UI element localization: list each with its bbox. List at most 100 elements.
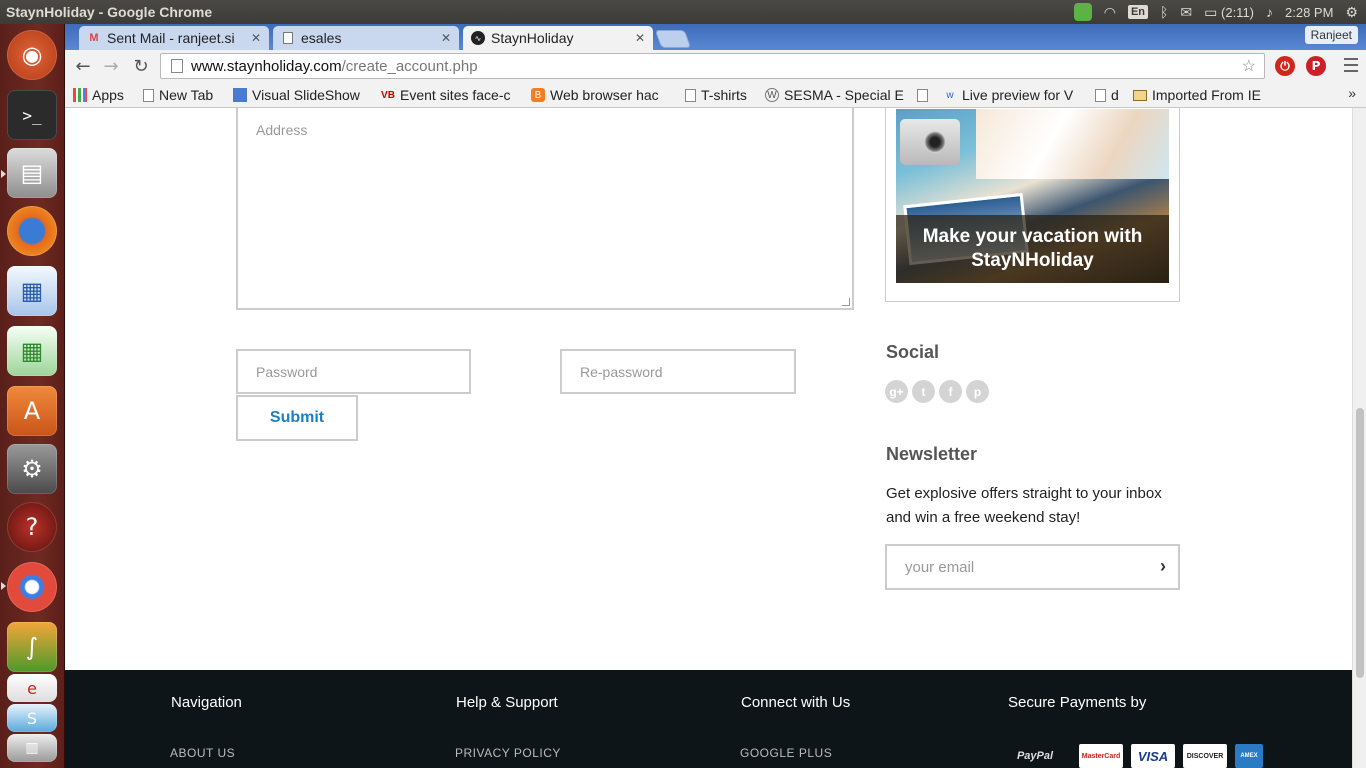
window-title: StaynHoliday - Google Chrome xyxy=(6,4,213,20)
bookmark-live-preview[interactable]: ᴡ Live preview for V xyxy=(943,85,1083,105)
bookmark-apps[interactable]: Apps xyxy=(73,85,124,105)
password-input[interactable]: Password xyxy=(236,349,471,394)
bookmark-new-tab[interactable]: New Tab xyxy=(143,85,213,105)
bookmark-web-browser[interactable]: B Web browser hac xyxy=(531,85,671,105)
back-arrow-icon[interactable]: ← xyxy=(71,54,95,78)
beach-photo xyxy=(976,109,1169,179)
resize-handle-icon[interactable] xyxy=(842,298,850,306)
close-tab-icon[interactable]: ✕ xyxy=(441,31,451,45)
bookmark-imported-from-ie[interactable]: Imported From IE xyxy=(1133,85,1283,105)
mail-icon[interactable]: ✉ xyxy=(1180,4,1192,21)
battery-indicator[interactable]: ▭ (2:11) xyxy=(1204,4,1254,21)
facebook-icon[interactable]: f xyxy=(939,380,962,403)
repassword-placeholder: Re-password xyxy=(580,363,663,380)
bookmark-label: d xyxy=(1111,87,1119,103)
address-textarea[interactable]: Address xyxy=(236,108,854,310)
file-cabinet-icon[interactable]: ▤ xyxy=(7,148,57,198)
bookmark-blank[interactable] xyxy=(917,85,933,105)
bookmark-label: Apps xyxy=(92,87,124,103)
bookmark-d[interactable]: d xyxy=(1095,85,1119,105)
help-icon[interactable]: ? xyxy=(7,502,57,552)
bookmark-sesma[interactable]: W SESMA - Special E xyxy=(765,85,905,105)
volume-icon[interactable]: ♪ xyxy=(1266,4,1273,20)
bookmark-event-sites[interactable]: VB Event sites face-c xyxy=(381,85,521,105)
battery-time: (2:11) xyxy=(1221,4,1255,20)
skype-icon[interactable]: S xyxy=(7,704,57,732)
repassword-input[interactable]: Re-password xyxy=(560,349,796,394)
running-indicator xyxy=(1,170,6,178)
submit-button[interactable]: Submit xyxy=(236,395,358,441)
software-center-icon[interactable]: A xyxy=(7,386,57,436)
clock[interactable]: 2:28 PM xyxy=(1285,5,1333,20)
page-icon xyxy=(917,88,928,102)
tab-sent-mail[interactable]: M Sent Mail - ranjeet.si ✕ xyxy=(79,26,269,50)
visa-logo: VISA xyxy=(1131,744,1175,768)
discover-logo: DISCOVER xyxy=(1183,744,1227,768)
blogger-icon: B xyxy=(531,88,545,102)
writer-icon[interactable]: ▦ xyxy=(7,266,57,316)
more-bookmarks-chevron-icon[interactable]: » xyxy=(1348,85,1356,101)
page-info-icon[interactable] xyxy=(171,59,183,73)
footer-link-google-plus[interactable]: GOOGLE PLUS xyxy=(740,746,832,760)
tab-staynholiday[interactable]: ∿ StaynHoliday ✕ xyxy=(463,26,653,50)
trash-icon[interactable]: ▥ xyxy=(7,734,57,762)
promo-caption: Make your vacation with StayNHoliday xyxy=(896,215,1169,283)
tab-esales[interactable]: esales ✕ xyxy=(273,26,459,50)
profile-button[interactable]: Ranjeet xyxy=(1304,26,1358,44)
bookmark-label: T-shirts xyxy=(701,87,747,103)
keyboard-language[interactable]: En xyxy=(1127,5,1149,19)
google-plus-icon[interactable]: g+ xyxy=(885,380,908,403)
bookmark-star-icon[interactable]: ☆ xyxy=(1242,56,1256,76)
site-footer: Navigation Help & Support Connect with U… xyxy=(65,670,1352,768)
firefox-icon[interactable] xyxy=(7,206,57,256)
bookmark-label: Visual SlideShow xyxy=(252,87,360,103)
page-scrollbar[interactable] xyxy=(1352,108,1366,768)
update-shield-icon[interactable] xyxy=(1073,3,1092,21)
newsletter-heading: Newsletter xyxy=(886,444,978,464)
subscribe-chevron-icon[interactable]: › xyxy=(1160,556,1166,577)
pinterest-extension-icon[interactable]: P xyxy=(1306,56,1326,76)
close-tab-icon[interactable]: ✕ xyxy=(635,31,645,45)
wifi-icon[interactable]: ◠ xyxy=(1104,4,1116,21)
browser-window: M Sent Mail - ranjeet.si ✕ esales ✕ ∿ St… xyxy=(65,24,1366,108)
page-icon xyxy=(1095,88,1106,102)
newsletter-email-input[interactable]: your email › xyxy=(885,544,1180,590)
mastercard-logo: MasterCard xyxy=(1079,744,1123,768)
settings-gear-icon[interactable]: ⚙ xyxy=(1345,4,1358,21)
email-placeholder: your email xyxy=(905,558,975,576)
apps-grid-icon xyxy=(73,88,87,102)
scrollbar-thumb[interactable] xyxy=(1356,408,1364,678)
system-settings-icon[interactable]: ⚙ xyxy=(7,444,57,494)
camera-icon xyxy=(900,119,960,165)
terminal-icon[interactable]: >_ xyxy=(7,90,57,140)
bluetooth-icon[interactable]: ᛒ xyxy=(1160,4,1168,20)
ide-icon[interactable]: ∫ xyxy=(7,622,57,672)
footer-payments-title: Secure Payments by xyxy=(1008,694,1147,711)
battery-icon: ▭ xyxy=(1204,3,1218,20)
ubuntu-dash-icon[interactable]: ◉ xyxy=(7,30,57,80)
chrome-menu-icon[interactable] xyxy=(1344,56,1358,74)
reload-icon[interactable]: ↻ xyxy=(129,54,153,78)
forward-arrow-icon[interactable]: → xyxy=(99,54,123,78)
browser-toolbar: ← → ↻ www.staynholiday.com/create_accoun… xyxy=(65,50,1366,82)
vacation-photo-collage: Make your vacation with StayNHoliday xyxy=(896,109,1169,283)
promo-banner[interactable]: Make your vacation with StayNHoliday xyxy=(885,108,1180,302)
page-icon xyxy=(281,31,295,45)
editor-icon[interactable]: e xyxy=(7,674,57,702)
twitter-icon[interactable]: t xyxy=(912,380,935,403)
close-tab-icon[interactable]: ✕ xyxy=(251,31,261,45)
new-tab-button[interactable] xyxy=(654,30,692,48)
address-bar[interactable]: www.staynholiday.com/create_account.php … xyxy=(160,53,1265,79)
pinterest-icon[interactable]: p xyxy=(966,380,989,403)
bookmark-tshirts[interactable]: T-shirts xyxy=(685,85,747,105)
chrome-icon[interactable] xyxy=(7,562,57,612)
footer-link-privacy-policy[interactable]: PRIVACY POLICY xyxy=(455,746,561,760)
bookmark-visual-slideshow[interactable]: Visual SlideShow xyxy=(233,85,371,105)
social-links: g+ t f p xyxy=(885,380,989,403)
adblock-extension-icon[interactable]: ⏻ xyxy=(1275,56,1295,76)
calc-icon[interactable]: ▦ xyxy=(7,326,57,376)
page-icon xyxy=(143,88,154,102)
bookmark-label: Imported From IE xyxy=(1152,87,1261,103)
os-top-panel: StaynHoliday - Google Chrome ◠ En ᛒ ✉ ▭ … xyxy=(0,0,1366,24)
footer-link-about-us[interactable]: ABOUT US xyxy=(170,746,235,760)
